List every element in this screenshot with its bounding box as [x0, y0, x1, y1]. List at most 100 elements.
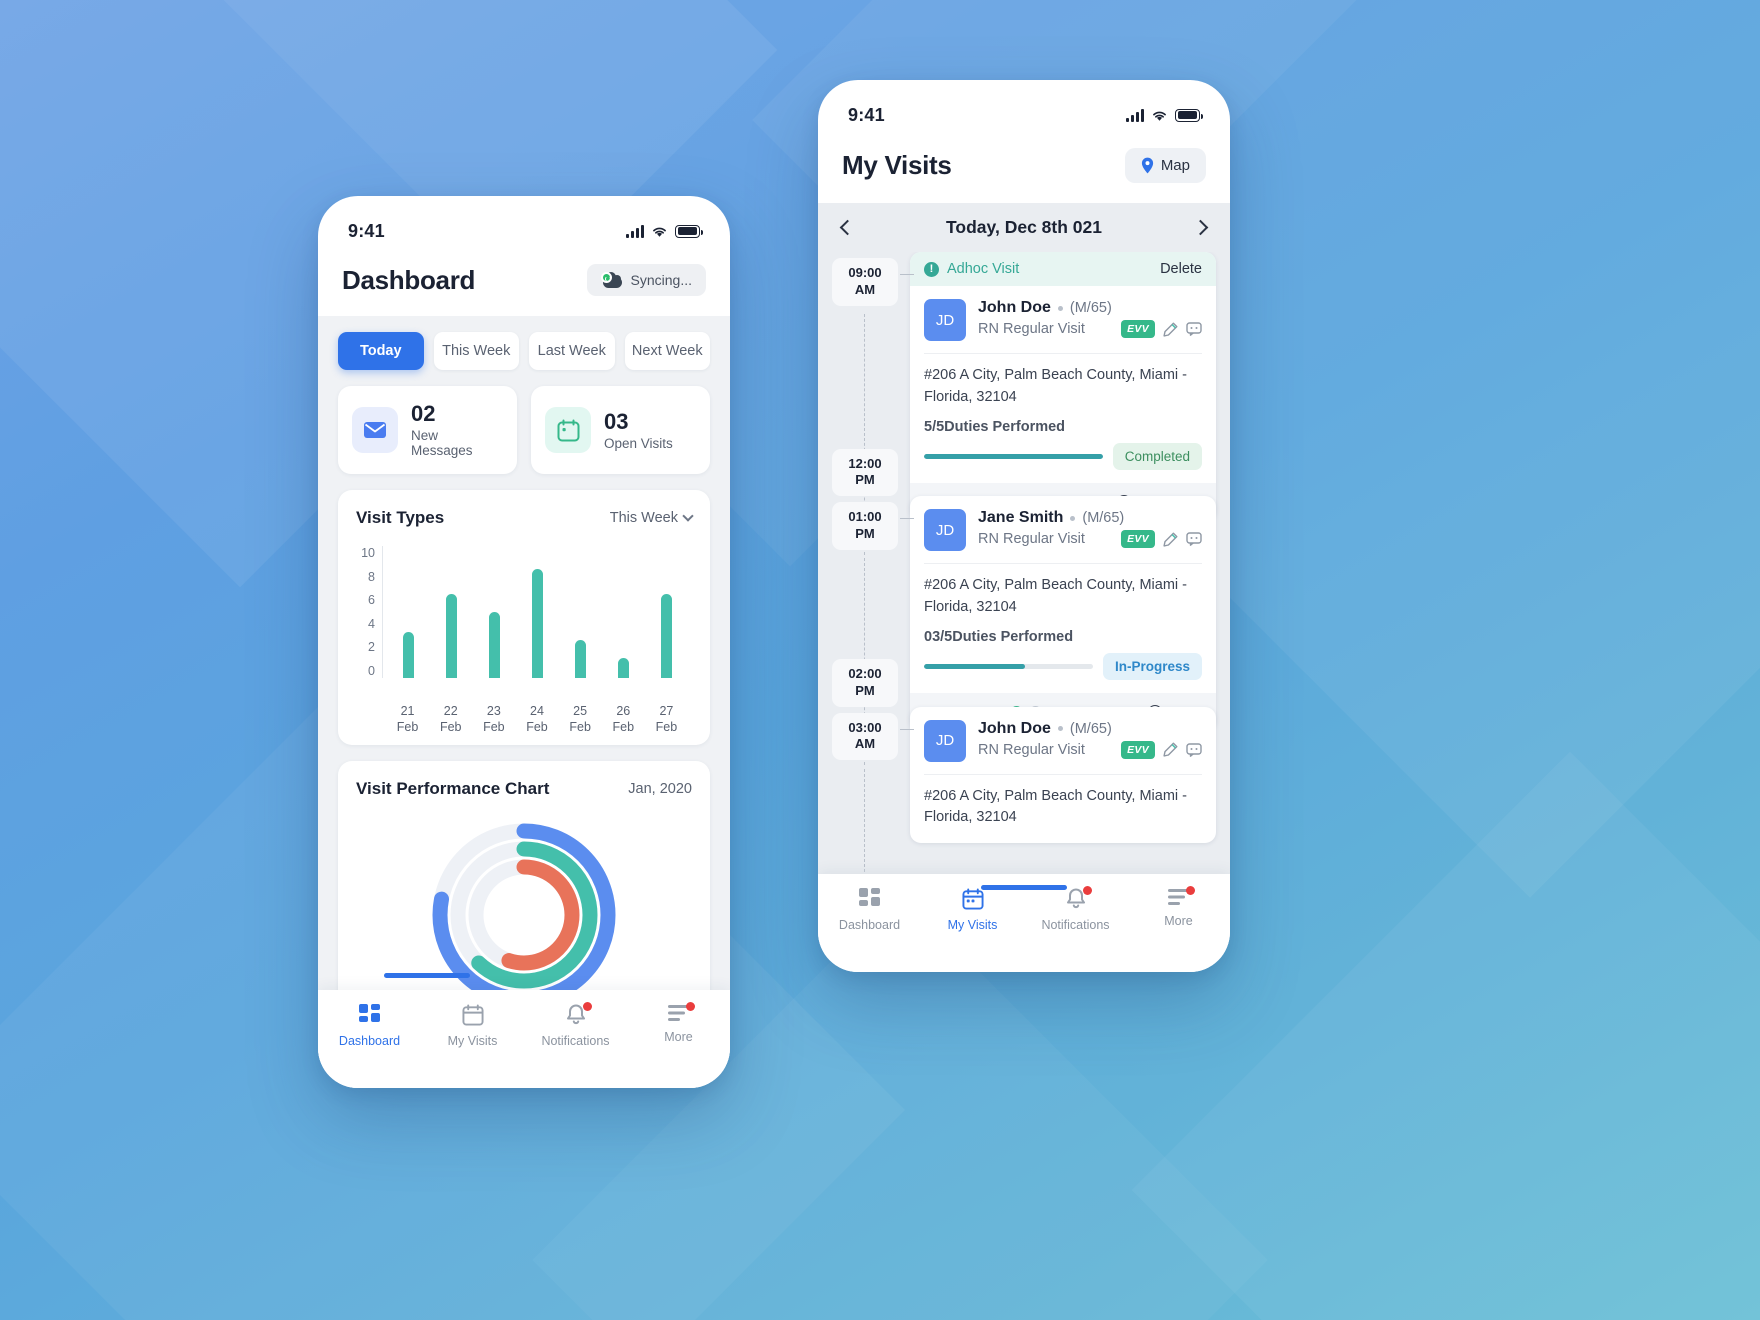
- y-tick-label: 0: [368, 664, 375, 679]
- x-tick-label: 22 Feb: [439, 704, 462, 734]
- home-indicator: [384, 973, 470, 978]
- patient-row: JD Jane Smith (M/65) RN Regular Visit EVV: [910, 496, 1216, 563]
- status-time: 9:41: [348, 220, 385, 241]
- tab-more[interactable]: More: [627, 1002, 730, 1044]
- chat-icon[interactable]: [1186, 322, 1202, 336]
- patient-age-gender: (M/65): [1082, 510, 1125, 527]
- chart-y-axis: 10 8 6 4 2 0: [356, 546, 382, 678]
- evv-badge: EVV: [1121, 320, 1155, 338]
- edit-pencil-icon[interactable]: [1163, 742, 1178, 757]
- tab-label: More: [1164, 914, 1193, 928]
- visit-types-card: Visit Types This Week 10 8 6 4 2 0 21 Feb 22 Feb…: [338, 490, 710, 746]
- timeline-connector: [900, 728, 914, 730]
- chat-icon[interactable]: [1186, 532, 1202, 547]
- visit-address: #206 A City, Palm Beach County, Miami - …: [924, 367, 1187, 405]
- notification-badge: [1082, 886, 1092, 895]
- visit-timeline-list[interactable]: 09:00 AM! Adhoc Visit Delete JD John Doe (M/65…: [818, 252, 1230, 892]
- bar-22: [446, 593, 457, 679]
- filter-chip-group: Today This Week Last Week Next Week: [338, 316, 710, 370]
- filter-chip-today[interactable]: Today: [338, 332, 424, 370]
- visits-header: My Visits Map: [818, 136, 1230, 203]
- tab-my-visits[interactable]: My Visits: [921, 888, 1024, 932]
- chart-bar: [575, 546, 586, 679]
- x-tick-label: 24 Feb: [526, 704, 548, 734]
- avatar: JD: [924, 509, 966, 552]
- chart-bar: [489, 546, 500, 679]
- adhoc-label: Adhoc Visit: [947, 261, 1020, 277]
- separator-dot: [1057, 726, 1063, 732]
- patient-age-gender: (M/65): [1069, 300, 1112, 316]
- chart-x-axis: 21 Feb 22 Feb 23 Feb 24 Feb 25 Feb 26 Feb 27 Feb: [356, 696, 692, 735]
- edit-pencil-icon[interactable]: [1163, 532, 1178, 547]
- duties-progress-bar: [924, 453, 1103, 459]
- dashboard-body: Today This Week Last Week Next Week 02 N…: [318, 316, 730, 1088]
- tab-label: Notifications: [541, 1034, 610, 1048]
- status-time: 9:41: [848, 104, 885, 125]
- stat-label: New Messages: [411, 428, 473, 459]
- y-tick-label: 2: [368, 640, 375, 655]
- separator-dot: [1070, 515, 1076, 521]
- dashboard-header: Dashboard Syncing...: [318, 252, 730, 316]
- stat-label: Open Visits: [604, 435, 673, 451]
- range-label: This Week: [609, 510, 678, 527]
- patient-row: JD John Doe (M/65) RN Regular Visit EVV: [910, 286, 1216, 353]
- sync-status-button[interactable]: Syncing...: [586, 264, 706, 296]
- chevron-down-icon: [682, 510, 694, 522]
- stat-card-new-messages[interactable]: 02 New Messages: [338, 386, 517, 475]
- tab-more[interactable]: More: [1127, 886, 1230, 928]
- map-button[interactable]: Map: [1124, 148, 1206, 183]
- patient-age-gender: (M/65): [1069, 720, 1112, 737]
- x-tick-label: 27 Feb: [655, 704, 678, 734]
- filter-chip-this-week[interactable]: This Week: [433, 332, 519, 370]
- visit-timeline-row: 03:00 AM JD John Doe (M/65) RN Regular Visit E…: [818, 706, 1230, 878]
- chat-icon[interactable]: [1186, 742, 1202, 757]
- delete-visit-button[interactable]: Delete: [1160, 261, 1202, 277]
- stat-card-open-visits[interactable]: 03 Open Visits: [531, 386, 710, 475]
- visit-types-range-selector[interactable]: This Week: [609, 510, 694, 527]
- timeline-gutter: 09:00 AM: [832, 252, 914, 555]
- visit-type-label: RN Regular Visit: [978, 741, 1085, 758]
- info-icon: !: [924, 261, 939, 277]
- patient-name: John Doe: [978, 719, 1051, 737]
- visit-performance-period: Jan, 2020: [628, 781, 692, 798]
- grid-icon: [358, 1004, 380, 1022]
- tab-notifications[interactable]: Notifications: [524, 1002, 627, 1048]
- visit-types-title: Visit Types: [356, 508, 445, 528]
- tab-dashboard[interactable]: Dashboard: [318, 1004, 421, 1048]
- signal-icon: [1126, 108, 1144, 122]
- visit-card[interactable]: JD John Doe (M/65) RN Regular Visit EVV #206 …: [910, 706, 1216, 844]
- visit-type-label: RN Regular Visit: [978, 321, 1085, 337]
- tab-notifications[interactable]: Notifications: [1024, 886, 1127, 932]
- page-title: Dashboard: [342, 264, 476, 295]
- status-badge: In-Progress: [1102, 652, 1202, 680]
- tab-my-visits[interactable]: My Visits: [421, 1004, 524, 1048]
- avatar: JD: [924, 719, 966, 762]
- mail-icon: [352, 407, 398, 454]
- filter-chip-next-week[interactable]: Next Week: [624, 332, 710, 370]
- next-day-button[interactable]: [1192, 219, 1209, 236]
- avatar: JD: [924, 299, 966, 341]
- visit-card[interactable]: JD Jane Smith (M/65) RN Regular Visit EVV #20…: [910, 496, 1216, 731]
- patient-name: John Doe: [978, 299, 1051, 316]
- y-tick-label: 4: [368, 616, 375, 631]
- x-tick-label: 25 Feb: [569, 704, 591, 734]
- visit-card[interactable]: ! Adhoc Visit Delete JD John Doe (M/65) RN Reg…: [910, 252, 1216, 521]
- duties-label: 03/5Duties Performed: [924, 628, 1074, 645]
- tab-label: More: [664, 1030, 693, 1044]
- bar-21: [403, 631, 414, 679]
- visit-address: #206 A City, Palm Beach County, Miami - …: [924, 577, 1187, 616]
- phone-my-visits: 9:41 My Visits Map Today, Dec 8th 021 09…: [818, 80, 1230, 972]
- tab-label: My Visits: [947, 918, 998, 932]
- filter-chip-last-week[interactable]: Last Week: [529, 332, 615, 370]
- signal-icon: [626, 224, 644, 238]
- evv-badge: EVV: [1121, 740, 1155, 759]
- battery-icon: [675, 224, 704, 238]
- visit-time-pill: 09:00 AM: [832, 258, 898, 306]
- edit-pencil-icon[interactable]: [1163, 322, 1178, 337]
- visit-time-pill: 03:00 AM: [832, 712, 898, 761]
- prev-day-button[interactable]: [839, 219, 856, 236]
- tab-dashboard[interactable]: Dashboard: [818, 888, 921, 932]
- visit-type-label: RN Regular Visit: [978, 531, 1085, 548]
- visit-types-bar-chart: 10 8 6 4 2 0: [356, 546, 692, 696]
- bar-27: [661, 593, 672, 679]
